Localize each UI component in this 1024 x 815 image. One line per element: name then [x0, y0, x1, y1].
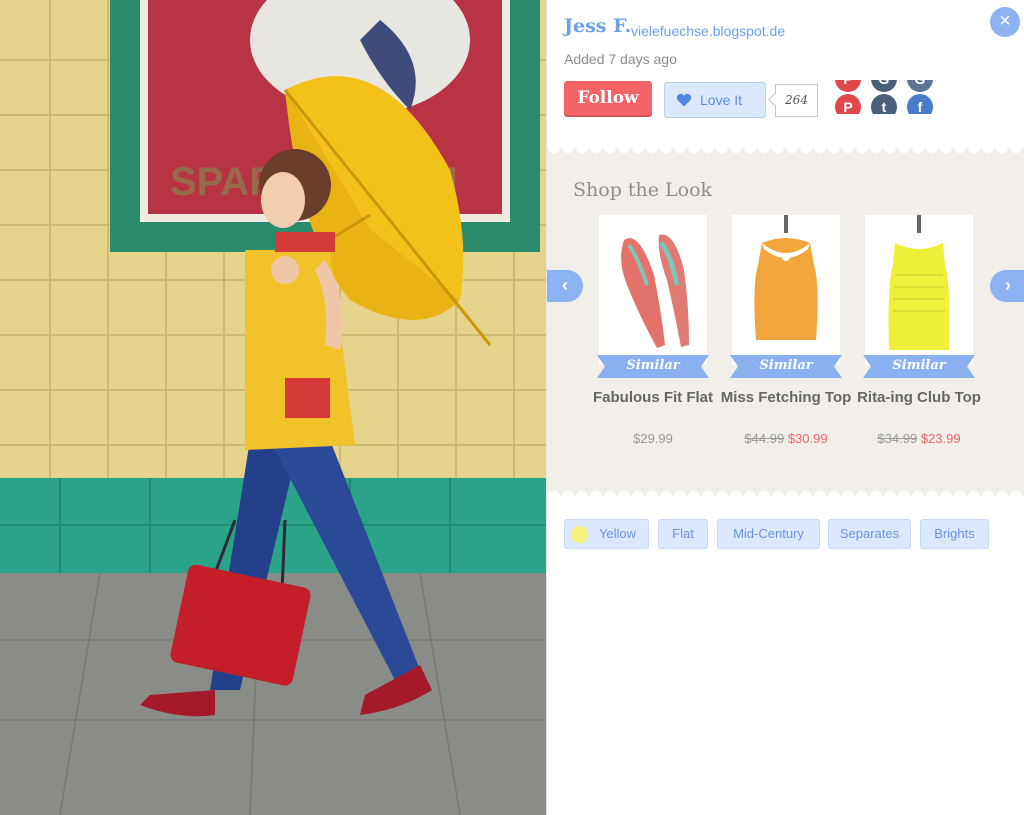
tag-label: Mid-Century [733, 526, 804, 541]
google-plus-icon[interactable]: G [907, 80, 933, 92]
added-timestamp: Added 7 days ago [564, 51, 677, 67]
product-image[interactable] [865, 215, 973, 365]
tag-label: Yellow [598, 526, 637, 541]
pinterest-icon[interactable]: P [835, 80, 861, 92]
tag-yellow[interactable]: Yellow [564, 519, 649, 549]
similar-ribbon[interactable]: Similar [597, 355, 709, 378]
product-price: $34.99 $23.99 [853, 431, 985, 446]
chevron-right-icon: › [1005, 275, 1011, 295]
similar-label: Similar [759, 358, 813, 373]
product-name[interactable]: Fabulous Fit Flat [587, 390, 719, 406]
chevron-left-icon: ‹ [562, 275, 568, 295]
original-price: $44.99 [744, 431, 785, 446]
tag-label: Flat [672, 526, 694, 541]
sale-price: $30.99 [787, 431, 828, 446]
sale-price: $23.99 [920, 431, 961, 446]
similar-label: Similar [626, 358, 680, 373]
tag-label: Brights [934, 526, 975, 541]
close-icon: × [999, 10, 1011, 32]
scallop-divider [547, 487, 1024, 497]
love-it-button[interactable]: Love It [664, 82, 766, 118]
user-blog-link[interactable]: vielefuechse.blogspot.de [631, 23, 785, 39]
love-it-label: Love It [700, 92, 743, 108]
facebook-icon[interactable]: f [907, 94, 933, 114]
similar-ribbon[interactable]: Similar [863, 355, 975, 378]
tag-flat[interactable]: Flat [658, 519, 708, 549]
product-image[interactable] [732, 215, 840, 365]
user-name-link[interactable]: Jess F. [564, 15, 631, 37]
tumblr-icon[interactable]: t [871, 94, 897, 114]
love-count: 264 [775, 84, 818, 117]
tag-mid-century[interactable]: Mid-Century [717, 519, 820, 549]
price: $29.99 [633, 431, 673, 446]
tag-label: Separates [839, 526, 900, 541]
heart-icon [676, 93, 692, 107]
color-swatch-icon [571, 526, 588, 543]
shop-the-look-section: Shop the Look ‹ › Similar Fabulous Fit F… [547, 147, 1024, 497]
follow-button[interactable]: Follow [564, 81, 652, 117]
product-price: $44.99 $30.99 [720, 431, 852, 446]
shop-the-look-title: Shop the Look [573, 179, 713, 201]
google-plus-icon[interactable]: G [871, 80, 897, 92]
product-image[interactable] [599, 215, 707, 365]
look-photo: SPAR CH [0, 0, 546, 815]
similar-label: Similar [892, 358, 946, 373]
carousel-prev-button[interactable]: ‹ [547, 270, 583, 302]
close-button[interactable]: × [990, 7, 1020, 37]
carousel-next-button[interactable]: › [990, 270, 1024, 302]
share-icons: P G G P t f [835, 80, 939, 114]
product-name[interactable]: Rita-ing Club Top [853, 390, 985, 406]
tag-brights[interactable]: Brights [920, 519, 989, 549]
tag-separates[interactable]: Separates [828, 519, 911, 549]
detail-panel: Jess F. vielefuechse.blogspot.de Added 7… [546, 0, 1024, 815]
product-price: $29.99 [587, 431, 719, 446]
product-name[interactable]: Miss Fetching Top [720, 390, 852, 406]
similar-ribbon[interactable]: Similar [730, 355, 842, 378]
scallop-divider [547, 147, 1024, 157]
original-price: $34.99 [877, 431, 918, 446]
pinterest-icon[interactable]: P [835, 94, 861, 114]
